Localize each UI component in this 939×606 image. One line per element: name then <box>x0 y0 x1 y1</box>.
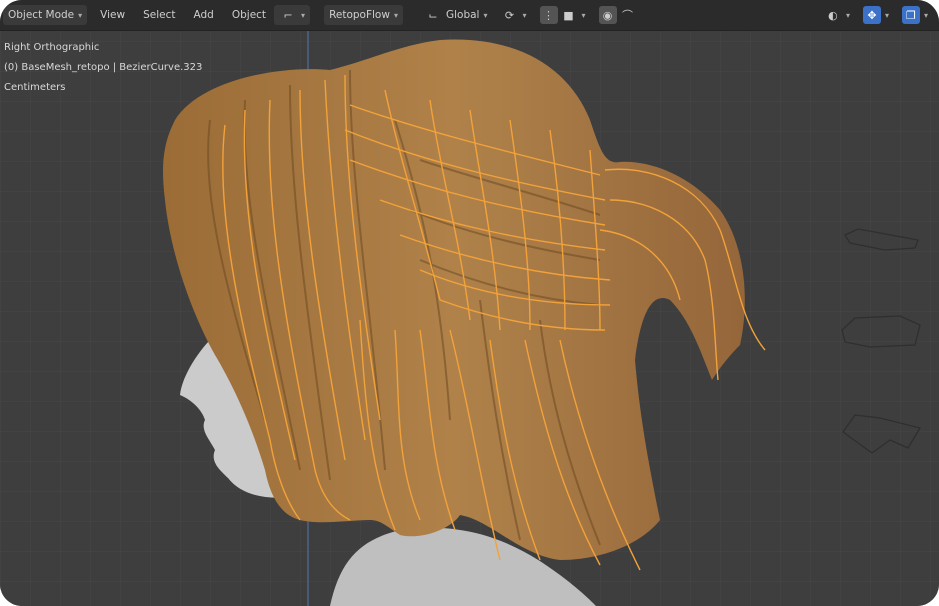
snap-icon[interactable]: ⋮ <box>539 6 558 24</box>
gizmo-toggle[interactable]: ✥ ▾ <box>858 5 894 25</box>
orientation-label: Global <box>445 9 480 21</box>
blender-window: Object Mode ▾ View Select Add Object ⌐ ▾ … <box>0 0 939 606</box>
menu-add[interactable]: Add <box>189 5 219 25</box>
pivot-icon: ⟳ <box>504 8 515 22</box>
menu-add-label: Add <box>193 9 214 21</box>
units-label: Centimeters <box>4 82 66 93</box>
chevron-down-icon: ▾ <box>78 10 83 20</box>
object-type-dropdown[interactable]: ⌐ ▾ <box>274 5 311 25</box>
snap-group: ⋮ ■ ▾ <box>535 5 591 25</box>
pivot-dropdown[interactable]: ⟳ ▾ <box>495 5 531 25</box>
proportional-edit-icon[interactable]: ◉ <box>598 6 617 24</box>
object-info: (0) BaseMesh_retopo | BezierCurve.323 <box>4 62 203 73</box>
overlay-toggle[interactable]: ❐ ▾ <box>897 5 933 25</box>
chevron-down-icon: ▾ <box>483 10 488 20</box>
chevron-down-icon: ▾ <box>393 10 398 20</box>
snap-target-icon[interactable]: ■ <box>560 6 578 24</box>
curve-icon: ⌐ <box>283 8 293 22</box>
view-name: Right Orthographic <box>4 42 100 53</box>
chevron-down-icon: ▾ <box>923 10 928 20</box>
mode-label: Object Mode <box>8 9 75 21</box>
viewport-header: Object Mode ▾ View Select Add Object ⌐ ▾ … <box>0 0 939 31</box>
falloff-icon[interactable]: ⌒ <box>619 6 637 24</box>
orientation-icon: ⌙ <box>428 8 438 22</box>
eye-icon: ◐ <box>828 8 838 22</box>
menu-object-label: Object <box>231 9 267 21</box>
menu-select[interactable]: Select <box>138 5 180 25</box>
retopoflow-label: RetopoFlow <box>329 9 390 21</box>
3d-viewport[interactable]: Right Orthographic (0) BaseMesh_retopo |… <box>0 31 939 606</box>
chevron-down-icon: ▾ <box>581 10 586 20</box>
viewport-canvas <box>0 31 939 606</box>
visibility-dropdown[interactable]: ◐ ▾ <box>819 5 855 25</box>
chevron-down-icon: ▾ <box>522 10 527 20</box>
menu-select-label: Select <box>143 9 176 21</box>
proportional-group: ◉ ⌒ <box>594 5 642 25</box>
menu-view-label: View <box>100 9 126 21</box>
overlay-icon: ❐ <box>901 6 920 24</box>
chevron-down-icon: ▾ <box>845 10 850 20</box>
chevron-down-icon: ▾ <box>301 10 306 20</box>
mode-selector[interactable]: Object Mode ▾ <box>3 5 88 25</box>
retopoflow-menu[interactable]: RetopoFlow ▾ <box>324 5 403 25</box>
menu-view[interactable]: View <box>95 5 130 25</box>
gizmo-icon: ✥ <box>862 6 881 24</box>
transform-orientation-dropdown[interactable]: ⌙ Global ▾ <box>419 5 493 25</box>
chevron-down-icon: ▾ <box>884 10 889 20</box>
menu-object[interactable]: Object <box>227 5 271 25</box>
